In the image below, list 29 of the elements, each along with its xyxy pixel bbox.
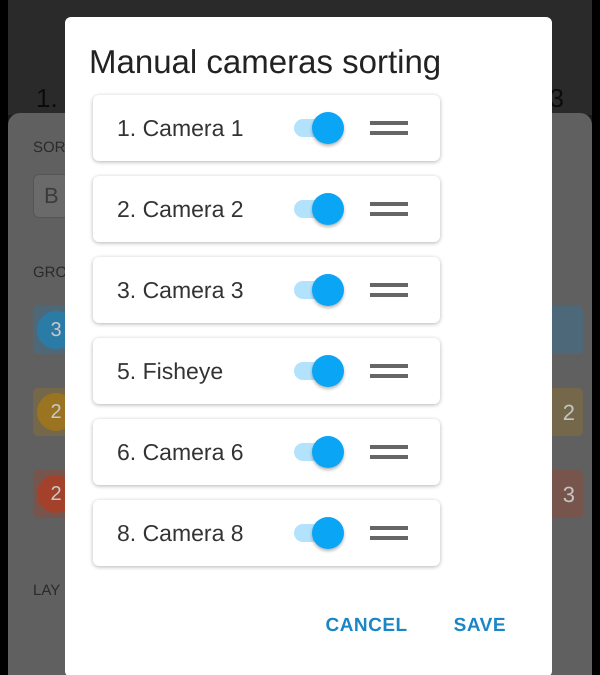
drag-handle-icon[interactable] <box>370 445 408 459</box>
camera-name: 2. Camera 2 <box>117 194 245 224</box>
dialog-title: Manual cameras sorting <box>89 42 442 82</box>
toggle-switch[interactable] <box>294 434 344 470</box>
camera-name: 6. Camera 6 <box>117 438 245 467</box>
camera-row[interactable]: 6. Camera 6 <box>93 419 440 485</box>
toggle-switch[interactable] <box>294 191 344 227</box>
camera-name: 8. Camera 8 <box>117 518 245 548</box>
camera-row[interactable]: 2. Camera 2 <box>93 176 440 242</box>
drag-handle-icon[interactable] <box>370 283 408 297</box>
camera-row[interactable]: 5. Fisheye <box>93 338 440 404</box>
toggle-switch[interactable] <box>294 515 344 551</box>
drag-handle-icon[interactable] <box>370 121 408 135</box>
group-count: 3 <box>562 480 576 508</box>
dialog-button[interactable]: SAVE <box>454 612 506 640</box>
group-count: 2 <box>562 398 576 426</box>
camera-name: 5. Fisheye <box>117 356 224 386</box>
drag-handle-icon[interactable] <box>370 526 408 540</box>
camera-row[interactable]: 3. Camera 3 <box>93 257 440 323</box>
drag-handle-icon[interactable] <box>370 364 408 378</box>
drag-handle-icon[interactable] <box>370 202 408 216</box>
camera-row[interactable]: 8. Camera 8 <box>93 500 440 566</box>
toggle-switch[interactable] <box>294 272 344 308</box>
camera-row[interactable]: 1. Camera 1 <box>93 95 440 161</box>
camera-name: 1. Camera 1 <box>117 114 245 143</box>
camera-name: 3. Camera 3 <box>117 276 245 305</box>
toggle-switch[interactable] <box>294 353 344 389</box>
dialog-button[interactable]: CANCEL <box>325 612 408 640</box>
toggle-switch[interactable] <box>294 110 344 146</box>
